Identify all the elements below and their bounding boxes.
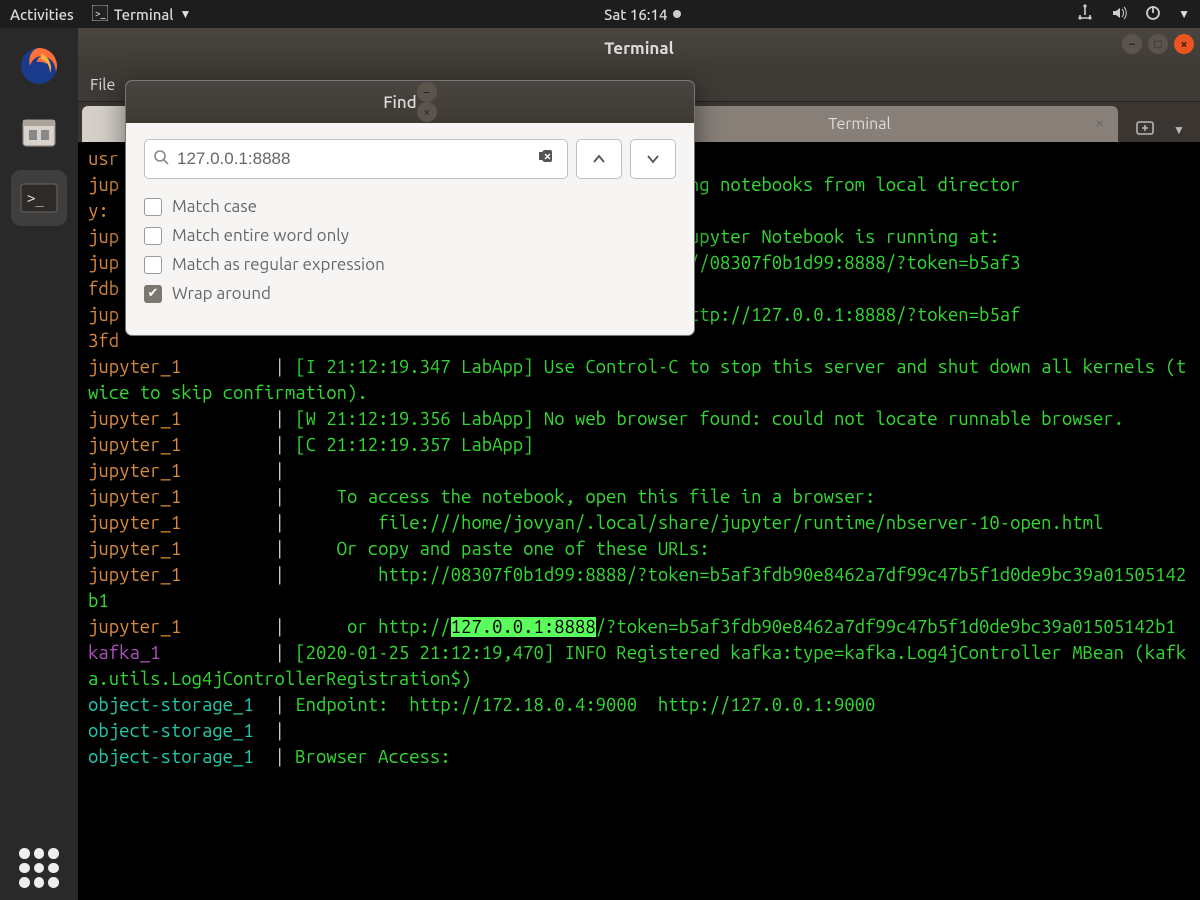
clear-icon[interactable]: [537, 148, 559, 170]
window-titlebar[interactable]: Terminal – □ ×: [78, 28, 1200, 68]
svg-text:>_: >_: [95, 8, 106, 19]
terminal-icon: >_: [92, 5, 108, 24]
new-tab-icon[interactable]: [1135, 118, 1155, 142]
option-match-case[interactable]: Match case: [144, 197, 676, 216]
find-titlebar[interactable]: Find – ×: [126, 81, 694, 123]
chevron-down-icon: ▼: [180, 7, 192, 21]
chevron-down-icon[interactable]: ▼: [1178, 7, 1190, 21]
search-icon: [153, 149, 171, 169]
network-icon[interactable]: [1076, 4, 1094, 25]
chevron-down-icon[interactable]: ▼: [1173, 123, 1185, 137]
find-next-button[interactable]: [630, 139, 676, 179]
minimize-button[interactable]: –: [1122, 34, 1142, 54]
checkbox-icon[interactable]: ✔: [144, 285, 162, 303]
dock-app-files[interactable]: [11, 104, 67, 160]
option-regex[interactable]: Match as regular expression: [144, 255, 676, 274]
option-whole-word[interactable]: Match entire word only: [144, 226, 676, 245]
tab-label: Terminal: [828, 115, 890, 133]
dock: >_: [0, 28, 78, 900]
checkbox-icon[interactable]: [144, 256, 162, 274]
checkbox-icon[interactable]: [144, 198, 162, 216]
volume-icon[interactable]: [1110, 4, 1128, 25]
dock-app-terminal[interactable]: >_: [11, 170, 67, 226]
find-minimize-button[interactable]: –: [417, 82, 437, 102]
app-menu-label: Terminal: [114, 6, 174, 23]
clock-label: Sat 16:14: [604, 6, 667, 23]
show-applications-button[interactable]: [19, 848, 59, 888]
window-title: Terminal: [604, 39, 674, 58]
svg-text:>_: >_: [27, 191, 44, 207]
find-dialog: Find – × Match ca: [125, 80, 695, 336]
find-input[interactable]: [177, 149, 537, 169]
find-close-button[interactable]: ×: [417, 102, 437, 122]
find-search-box[interactable]: [144, 139, 568, 179]
find-prev-button[interactable]: [576, 139, 622, 179]
checkbox-icon[interactable]: [144, 227, 162, 245]
clock[interactable]: Sat 16:14: [604, 6, 681, 23]
notification-dot-icon: [673, 10, 681, 18]
power-icon[interactable]: [1144, 4, 1162, 25]
maximize-button[interactable]: □: [1148, 34, 1168, 54]
find-title: Find: [383, 93, 416, 112]
menu-file[interactable]: File: [90, 76, 115, 94]
close-button[interactable]: ×: [1174, 34, 1194, 54]
top-panel: Activities >_ Terminal ▼ Sat 16:14 ▼: [0, 0, 1200, 28]
dock-app-firefox[interactable]: [11, 38, 67, 94]
option-wrap-around[interactable]: ✔ Wrap around: [144, 284, 676, 303]
activities-button[interactable]: Activities: [10, 6, 74, 23]
close-tab-icon[interactable]: ×: [1095, 114, 1104, 132]
app-menu[interactable]: >_ Terminal ▼: [92, 5, 192, 24]
